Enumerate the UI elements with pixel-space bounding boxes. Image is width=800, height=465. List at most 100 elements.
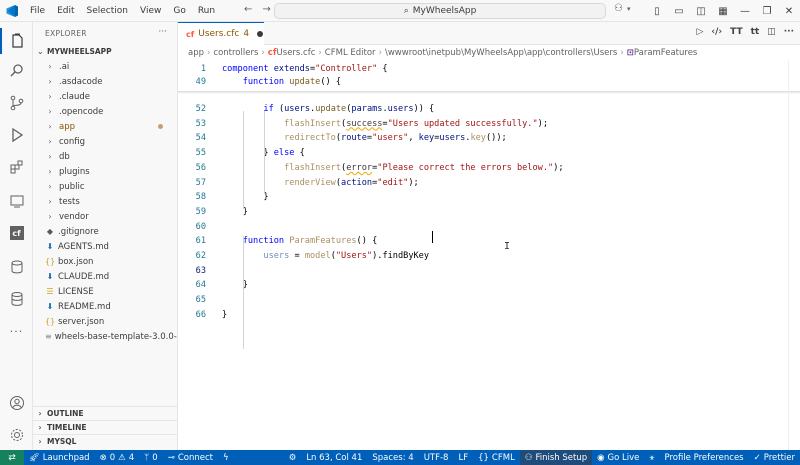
debug-icon[interactable]: ⚹ [644, 450, 659, 465]
editor-action-run-icon[interactable]: ▷ [696, 27, 703, 37]
back-arrow-icon[interactable]: ← [244, 4, 252, 15]
breadcrumb-item[interactable]: CFML Editor [325, 48, 376, 58]
code-line[interactable]: 57 renderView(action="edit"); [178, 177, 800, 190]
tree-folder[interactable]: › tests [33, 194, 177, 209]
profile-preferences-button[interactable]: Profile Preferences [659, 450, 748, 465]
menu-run[interactable]: Run [192, 0, 221, 22]
code-line[interactable]: 62 users = model("Users").findByKey [178, 250, 800, 263]
tree-folder[interactable]: › vendor [33, 209, 177, 224]
customize-layout-icon[interactable]: ▦ [712, 0, 734, 22]
code-line[interactable]: 66} [178, 309, 800, 322]
prettier-button[interactable]: ✓ Prettier [749, 450, 800, 465]
language-mode[interactable]: {} CFML [473, 450, 520, 465]
editor-action-code-icon[interactable]: ‹/› [711, 27, 722, 37]
tree-folder[interactable]: › .ai [33, 59, 177, 74]
code-line[interactable]: 53 flashInsert(success="Users updated su… [178, 118, 800, 131]
menu-file[interactable]: File [24, 0, 51, 22]
close-icon[interactable]: ✕ [778, 0, 800, 22]
code-line[interactable]: 52 if (users.update(params.users)) { [178, 103, 800, 116]
workspace-root-folder[interactable]: ⌄ MYWHEELSAPP [33, 44, 177, 59]
breadcrumb-item[interactable]: \wwwroot\inetpub\MyWheelsApp\app\control… [385, 48, 617, 58]
search-icon[interactable] [0, 58, 33, 84]
code-line[interactable]: 1 component extends="Controller" { [178, 63, 800, 76]
tree-file[interactable]: ☰ LICENSE [33, 284, 177, 299]
problems-indicator[interactable]: ⊗ 0 ⚠ 4 [95, 450, 140, 465]
tab-users-cfc[interactable]: cf Users.cfc 4 [178, 22, 264, 45]
menu-selection[interactable]: Selection [81, 0, 134, 22]
tree-file[interactable]: ≡ wheels-base-template-3.0.0-... [33, 329, 177, 344]
tree-file[interactable]: {} server.json [33, 314, 177, 329]
code-line[interactable]: 56 flashInsert(error="Please correct the… [178, 162, 800, 175]
layout-icon[interactable]: ▯ [646, 0, 668, 22]
more-actions-icon[interactable]: ··· [0, 318, 33, 344]
tree-folder[interactable]: › .asdacode [33, 74, 177, 89]
end-of-line[interactable]: LF [453, 450, 473, 465]
launchpad-button[interactable]: 🚀︎ Launchpad [24, 450, 95, 465]
code-line[interactable]: 61 function ParamFeatures() { [178, 235, 800, 248]
chevron-down-icon[interactable]: ▾ [627, 5, 631, 13]
tree-folder[interactable]: › .opencode [33, 104, 177, 119]
finish-setup-button[interactable]: ⚇ Finish Setup [519, 450, 593, 465]
tree-folder[interactable]: › public [33, 179, 177, 194]
code-line[interactable]: 65 [178, 294, 800, 307]
tree-file[interactable]: {} box.json [33, 254, 177, 269]
connect-button[interactable]: ⊸ Connect [163, 450, 218, 465]
indentation[interactable]: Spaces: 4 [367, 450, 418, 465]
breadcrumb-item[interactable]: ParamFeatures [634, 48, 697, 58]
unsaved-dot-icon[interactable] [257, 31, 264, 37]
forward-arrow-icon[interactable]: → [262, 4, 270, 15]
explorer-icon[interactable] [0, 28, 33, 54]
database-icon[interactable] [0, 254, 33, 280]
tree-folder[interactable]: › config [33, 134, 177, 149]
timeline-section[interactable]: › TIMELINE [33, 420, 178, 434]
code-line[interactable]: 54 redirectTo(route="users", key=users.k… [178, 132, 800, 145]
outline-section[interactable]: › OUTLINE [33, 406, 178, 420]
tree-file[interactable]: ⬇ AGENTS.md [33, 239, 177, 254]
remote-explorer-icon[interactable] [0, 188, 33, 214]
code-line[interactable]: 59 } [178, 206, 800, 219]
split-editor-icon[interactable]: ◫ [767, 27, 776, 37]
code-line[interactable]: 58 } [178, 191, 800, 204]
breadcrumb-item[interactable]: controllers [213, 48, 258, 58]
lightning-icon[interactable]: ϟ [218, 450, 234, 465]
tree-folder[interactable]: › app [33, 119, 177, 134]
toggle-panel-icon[interactable]: ▭ [668, 0, 690, 22]
overview-ruler[interactable] [788, 61, 800, 450]
toggle-secondary-sidebar-icon[interactable]: ◫ [690, 0, 712, 22]
editor-action-lower-icon[interactable]: tt [751, 27, 760, 37]
menu-edit[interactable]: Edit [51, 0, 80, 22]
ports-indicator[interactable]: ᛘ 0 [139, 450, 163, 465]
extensions-icon[interactable] [0, 154, 33, 180]
manage-gear-icon[interactable] [0, 422, 33, 448]
sql-tools-icon[interactable] [0, 286, 33, 312]
tree-file[interactable]: ⬇ README.md [33, 299, 177, 314]
tree-folder[interactable]: › .claude [33, 89, 177, 104]
accounts-icon[interactable] [0, 390, 33, 416]
code-line[interactable]: 49 function update() { [178, 76, 800, 89]
code-line[interactable]: 55 } else { [178, 147, 800, 160]
gear-icon[interactable]: ⚙ [284, 450, 302, 465]
copilot-icon[interactable]: ⚇ [614, 3, 623, 14]
remote-indicator-icon[interactable]: ⇄ [0, 450, 24, 465]
encoding[interactable]: UTF-8 [419, 450, 454, 465]
editor-action-upper-icon[interactable]: TT [730, 27, 743, 37]
restore-icon[interactable]: ❐ [756, 0, 778, 22]
cursor-position[interactable]: Ln 63, Col 41 [301, 450, 367, 465]
source-control-icon[interactable] [0, 90, 33, 116]
code-line[interactable]: 60 [178, 221, 800, 234]
breadcrumb-item[interactable]: app [188, 48, 204, 58]
command-center-search[interactable]: ⌕ MyWheelsApp [274, 3, 606, 19]
tree-folder[interactable]: › db [33, 149, 177, 164]
more-actions-icon[interactable]: ··· [784, 27, 794, 37]
code-line[interactable]: 63 [178, 265, 800, 278]
more-actions-icon[interactable]: ··· [158, 27, 167, 37]
go-live-button[interactable]: ◉ Go Live [592, 450, 644, 465]
breadcrumb-item[interactable]: Users.cfc [277, 48, 316, 58]
cfml-icon[interactable]: cf [0, 220, 33, 246]
tree-file[interactable]: ⬇ CLAUDE.md [33, 269, 177, 284]
menu-go[interactable]: Go [167, 0, 191, 22]
mysql-section[interactable]: › MYSQL [33, 434, 178, 448]
menu-view[interactable]: View [134, 0, 167, 22]
tree-file[interactable]: ◆ .gitignore [33, 224, 177, 239]
run-debug-icon[interactable] [0, 122, 33, 148]
